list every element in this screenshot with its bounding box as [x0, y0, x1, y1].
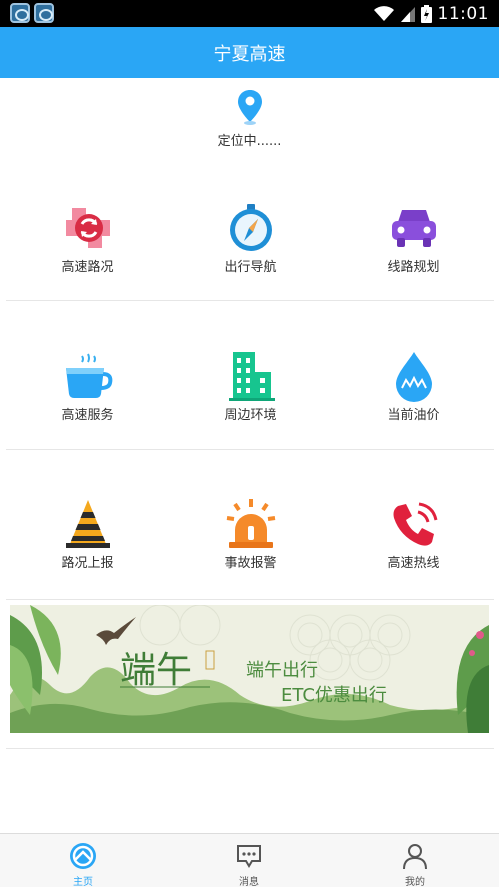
grid-item-route-planning[interactable]: 线路规划 [332, 178, 495, 298]
phone-icon [393, 502, 437, 546]
grid-item-accident-alarm[interactable]: 事故报警 [169, 474, 332, 594]
page-title: 宁夏高速 [213, 43, 286, 65]
nav-home[interactable]: 主页 [0, 834, 166, 887]
status-bar: 11:01 [0, 0, 499, 27]
location-indicator[interactable]: 定位中...... [0, 88, 499, 149]
feature-row: 路况上报 事故报警 高速热线 [6, 474, 494, 594]
user-icon [403, 844, 427, 870]
buildings-icon [228, 352, 275, 401]
app-notification-icon [34, 3, 54, 23]
nav-profile[interactable]: 我的 [332, 834, 498, 887]
divider [6, 599, 494, 600]
car-icon [391, 210, 436, 247]
grid-item-oil-price[interactable]: 当前油价 [332, 326, 495, 446]
home-steering-icon [70, 843, 96, 869]
promo-banner[interactable]: 端午 端午出行 ETC优惠出行 [10, 605, 489, 733]
feature-row: 高速路况 出行导航 线路规划 [6, 178, 494, 298]
grid-item-label: 周边环境 [224, 408, 277, 423]
feature-row: 高速服务 周边环境 当前油价 [6, 326, 494, 446]
grid-item-label: 事故报警 [224, 556, 277, 571]
grid-item-label: 出行导航 [224, 260, 277, 275]
divider [6, 449, 494, 450]
grid-item-report-condition[interactable]: 路况上报 [6, 474, 169, 594]
title-bar: 宁夏高速 [0, 27, 499, 78]
banner-title: 端午 [120, 650, 193, 691]
road-condition-icon [65, 208, 110, 248]
grid-item-road-condition[interactable]: 高速路况 [6, 178, 169, 298]
nav-label: 消息 [239, 877, 259, 887]
grid-item-navigation[interactable]: 出行导航 [169, 178, 332, 298]
grid-item-label: 高速服务 [61, 408, 114, 423]
grid-item-label: 线路规划 [387, 260, 440, 275]
bottom-navigation: 主页 消息 我的 [0, 833, 499, 887]
oil-drop-icon [395, 352, 432, 402]
compass-icon [229, 204, 272, 251]
nav-label: 主页 [73, 877, 93, 887]
nav-label: 我的 [405, 877, 425, 887]
grid-item-label: 当前油价 [387, 408, 440, 423]
grid-item-hotline[interactable]: 高速热线 [332, 474, 495, 594]
location-pin-icon [237, 90, 262, 125]
battery-icon [420, 4, 432, 23]
location-status-text: 定位中...... [217, 134, 282, 149]
nav-messages[interactable]: 消息 [166, 834, 332, 887]
wifi-icon [373, 5, 394, 21]
divider [6, 748, 494, 749]
app-notification-icon [10, 3, 30, 23]
grid-item-label: 高速热线 [387, 556, 440, 571]
cup-icon [65, 353, 112, 398]
signal-icon [400, 6, 415, 22]
grid-item-label: 高速路况 [61, 260, 114, 275]
divider [6, 300, 494, 301]
message-icon [237, 845, 261, 868]
alarm-light-icon [226, 499, 275, 548]
grid-item-label: 路况上报 [61, 556, 114, 571]
grid-item-surroundings[interactable]: 周边环境 [169, 326, 332, 446]
clock: 11:01 [437, 3, 489, 24]
banner-subtitle-etc: ETC优惠出行 [281, 685, 387, 706]
banner-subtitle: 端午出行 [246, 660, 318, 681]
traffic-cone-icon [65, 500, 110, 548]
grid-item-highway-service[interactable]: 高速服务 [6, 326, 169, 446]
